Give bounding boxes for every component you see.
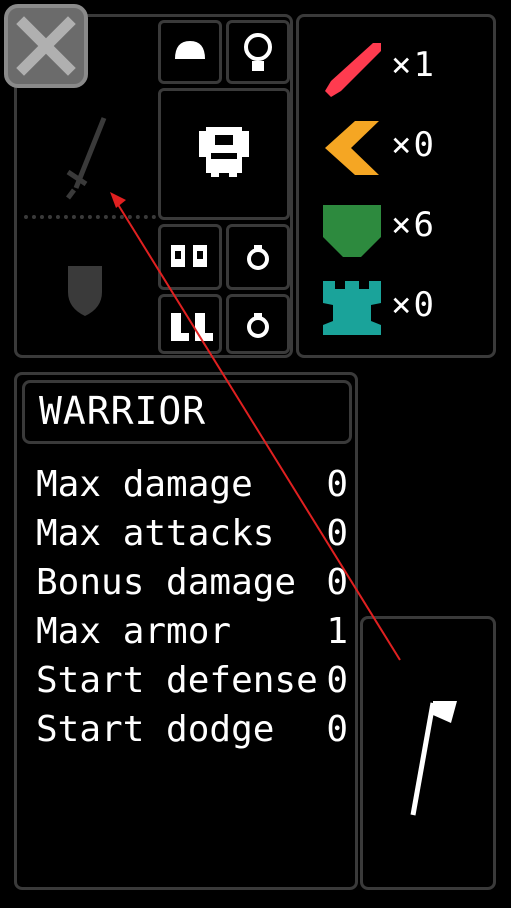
helmet-slot[interactable] bbox=[158, 20, 222, 84]
shield-slot[interactable] bbox=[22, 224, 154, 352]
sword-silhouette-icon bbox=[66, 117, 107, 200]
ring-slot-2[interactable] bbox=[226, 294, 290, 354]
stat-label: Max damage bbox=[36, 464, 253, 505]
stat-row: Start defense 0 bbox=[36, 660, 348, 708]
stat-value: 0 bbox=[326, 513, 348, 554]
resources-panel: ×1 ×0 ×6 ×0 bbox=[296, 14, 496, 358]
sword-icon bbox=[325, 43, 381, 97]
shield-silhouette-icon bbox=[68, 266, 102, 316]
ring-icon bbox=[247, 245, 269, 270]
stat-value: 0 bbox=[326, 660, 348, 701]
resource-row-sword: ×1 bbox=[299, 31, 489, 101]
stat-row: Max attacks 0 bbox=[36, 513, 348, 561]
banner-panel[interactable] bbox=[360, 616, 496, 890]
tower-count: ×0 bbox=[391, 285, 436, 325]
stat-row: Max armor 1 bbox=[36, 611, 348, 659]
stat-label: Start dodge bbox=[36, 709, 275, 750]
light-slot[interactable] bbox=[226, 20, 290, 84]
resource-row-tower: ×0 bbox=[299, 271, 489, 341]
boots-icon bbox=[171, 313, 213, 341]
helmet-icon bbox=[175, 41, 205, 59]
stat-row: Start dodge 0 bbox=[36, 709, 348, 757]
shield-icon bbox=[323, 205, 381, 257]
resource-row-shield: ×6 bbox=[299, 191, 489, 261]
flag-icon bbox=[410, 701, 457, 816]
stat-value: 1 bbox=[326, 611, 348, 652]
class-name: WARRIOR bbox=[39, 389, 207, 433]
gloves-slot[interactable] bbox=[158, 224, 222, 290]
chevron-count: ×0 bbox=[391, 125, 436, 165]
stat-row: Max damage 0 bbox=[36, 464, 348, 512]
tower-icon bbox=[323, 281, 381, 335]
close-button[interactable] bbox=[4, 4, 88, 88]
class-header: WARRIOR bbox=[22, 380, 352, 444]
stat-label: Bonus damage bbox=[36, 562, 297, 603]
stat-label: Max armor bbox=[36, 611, 232, 652]
close-icon bbox=[16, 16, 76, 76]
stat-row: Bonus damage 0 bbox=[36, 562, 348, 610]
armor-slot[interactable] bbox=[158, 88, 290, 220]
ring-slot-1[interactable] bbox=[226, 224, 290, 290]
boots-slot[interactable] bbox=[158, 294, 222, 354]
weapon-slot[interactable] bbox=[22, 90, 154, 210]
stat-value: 0 bbox=[326, 464, 348, 505]
gloves-icon bbox=[171, 245, 207, 267]
resource-row-chevron: ×0 bbox=[299, 111, 489, 181]
stat-value: 0 bbox=[326, 709, 348, 750]
chevron-icon bbox=[325, 121, 379, 175]
armor-icon bbox=[199, 127, 249, 177]
stat-value: 0 bbox=[326, 562, 348, 603]
lightbulb-icon bbox=[244, 33, 272, 71]
shield-count: ×6 bbox=[391, 205, 436, 245]
stat-label: Max attacks bbox=[36, 513, 275, 554]
slot-divider bbox=[24, 215, 156, 219]
stat-label: Start defense bbox=[36, 660, 318, 701]
ring-icon bbox=[247, 313, 269, 338]
sword-count: ×1 bbox=[391, 45, 436, 85]
